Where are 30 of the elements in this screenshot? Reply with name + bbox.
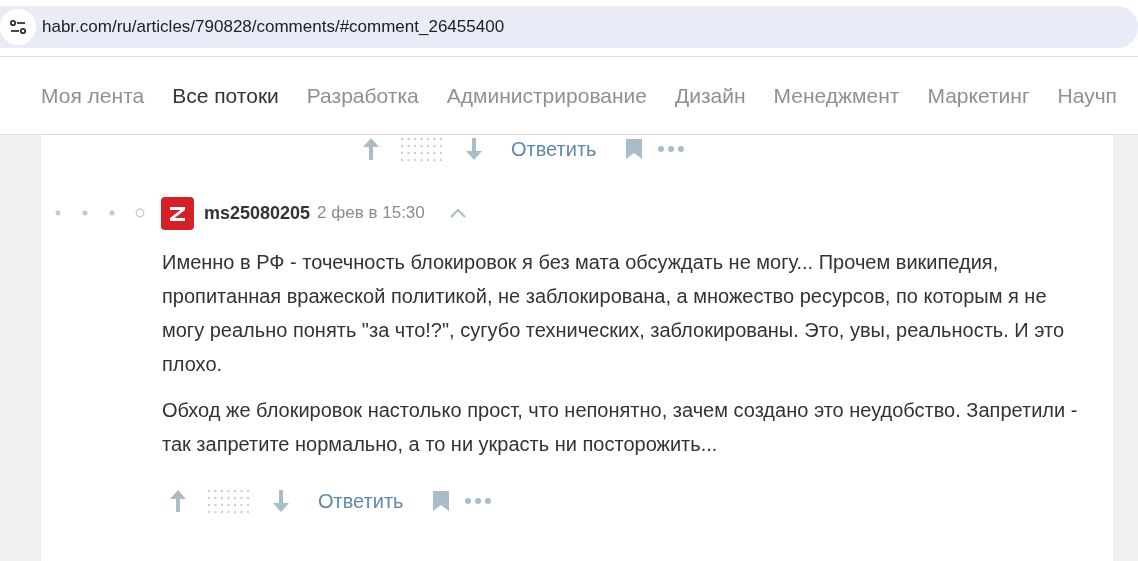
comment-author[interactable]: ms25080205: [204, 202, 311, 224]
reply-link[interactable]: Ответить: [511, 137, 597, 161]
downvote-arrow-icon[interactable]: [465, 137, 483, 161]
avatar-icon[interactable]: [161, 196, 194, 230]
thread-dots-icon: [53, 208, 145, 218]
site-settings-icon[interactable]: [0, 9, 36, 45]
downvote-arrow-icon[interactable]: [272, 489, 290, 513]
comment-paragraph: Именно в РФ - точечность блокировок я без мата обсуждать не могу... Прочем википедия, пропитанная вражеской политикой, не заблокирована, а множество ресурсов, по которым я не могу реально понять "за что!?", сугубо технических, заблокированы. Это, увы, реальность. И это плохо.: [162, 250, 1066, 377]
nav-tab[interactable]: Все потоки: [172, 83, 279, 108]
collapse-caret-icon[interactable]: [449, 208, 466, 218]
url-text: habr.com/ru/articles/790828/comments/#comment_26455400: [42, 17, 505, 37]
nav-tab[interactable]: Дизайн: [675, 83, 746, 108]
bookmark-icon[interactable]: [431, 490, 450, 512]
comment-time: 2 фев в 15:30: [317, 203, 425, 223]
nav-tab[interactable]: Администрирование: [446, 83, 647, 108]
nav-tab[interactable]: Маркетинг: [927, 83, 1030, 108]
reply-link[interactable]: Ответить: [318, 489, 404, 513]
nav-tab[interactable]: Менеджмент: [773, 83, 900, 108]
score-placeholder-icon: [207, 488, 252, 514]
bookmark-icon[interactable]: [624, 138, 643, 160]
nav-tab[interactable]: Разработка: [306, 83, 419, 108]
more-options-icon[interactable]: [656, 145, 685, 153]
address-bar[interactable]: habr.com/ru/articles/790828/comments/#comment_26455400: [0, 6, 1138, 48]
upvote-arrow-icon[interactable]: [169, 489, 187, 513]
more-options-icon[interactable]: [463, 497, 492, 505]
nav-tab[interactable]: Моя лента: [41, 83, 145, 108]
upvote-arrow-icon[interactable]: [362, 137, 380, 161]
score-placeholder-icon: [400, 136, 445, 162]
comment-paragraph: Обход же блокировок настолько прост, что непонятно, зачем создано это неудобство. Запретили - так запретите нормально, а то ни украсть ни посторожить...: [162, 398, 1079, 457]
nav-tab[interactable]: Научп: [1057, 83, 1117, 108]
